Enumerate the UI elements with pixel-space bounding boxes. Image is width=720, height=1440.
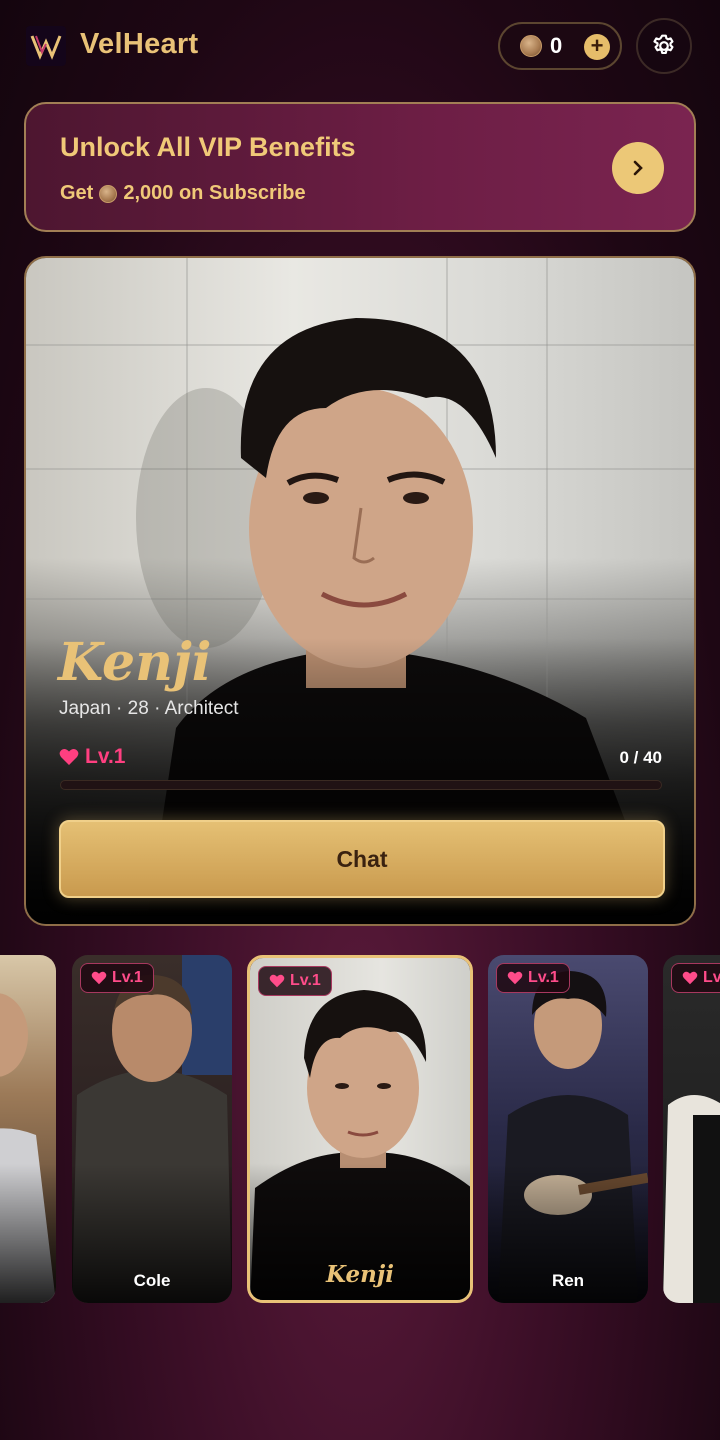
chevron-right-icon [633, 160, 643, 176]
coin-balance[interactable]: 0 + [498, 22, 622, 70]
level-badge: Lv [671, 963, 720, 993]
heart-icon [507, 971, 523, 985]
carousel-name: Ren [551, 1271, 585, 1290]
carousel-card-ren[interactable]: Lv.1 Ren [488, 955, 648, 1303]
carousel-card-kenji[interactable]: Lv.1 Kenji [247, 955, 473, 1303]
carousel-name: Cole [133, 1271, 171, 1290]
carousel-card[interactable]: Lv [663, 955, 720, 1303]
app-logo-icon [26, 26, 66, 66]
heart-icon [269, 974, 285, 988]
character-name: Kenji [58, 632, 212, 693]
level-badge-label: Lv.1 [290, 972, 321, 989]
level-badge-label: Lv.1 [112, 969, 143, 986]
vip-open-button[interactable] [612, 142, 664, 194]
coin-count: 0 [550, 33, 563, 58]
vip-subtitle-prefix: Get [60, 182, 94, 204]
gear-icon [653, 34, 674, 55]
vip-subtitle-amount: 2,000 on Subscribe [123, 182, 306, 204]
app-header: VelHeart 0 + [0, 0, 720, 92]
vip-subtitle: Get 2,000 on Subscribe [60, 182, 306, 205]
featured-character-card: Kenji Japan · 28 · Architect Lv.1 0 / 40… [24, 256, 696, 926]
app-title: VelHeart [80, 28, 199, 60]
affection-level: Lv.1 [59, 745, 125, 769]
character-meta: Japan · 28 · Architect [59, 698, 239, 719]
carousel-card[interactable] [0, 955, 56, 1303]
coin-icon [520, 35, 542, 57]
level-label: Lv.1 [85, 745, 126, 768]
affection-progress-bar [60, 780, 662, 790]
add-coins-button[interactable]: + [584, 34, 610, 60]
vip-banner[interactable]: Unlock All VIP Benefits Get 2,000 on Sub… [24, 102, 696, 232]
heart-icon [91, 971, 107, 985]
chat-button[interactable]: Chat [59, 820, 665, 898]
heart-icon [682, 971, 698, 985]
carousel-name: Kenji [326, 1261, 394, 1288]
vip-title: Unlock All VIP Benefits [60, 132, 356, 162]
heart-icon [59, 749, 79, 765]
level-badge: Lv.1 [496, 963, 570, 993]
level-badge: Lv.1 [258, 966, 332, 996]
affection-progress-text: 0 / 40 [619, 748, 662, 767]
coin-icon [99, 184, 118, 203]
level-badge: Lv.1 [80, 963, 154, 993]
level-badge-label: Lv [703, 969, 720, 986]
character-carousel[interactable]: Lv.1 Cole Lv.1 Kenji Lv.1 Ren Lv [0, 955, 720, 1305]
carousel-card-cole[interactable]: Lv.1 Cole [72, 955, 232, 1303]
level-badge-label: Lv.1 [528, 969, 559, 986]
settings-button[interactable] [636, 18, 692, 74]
